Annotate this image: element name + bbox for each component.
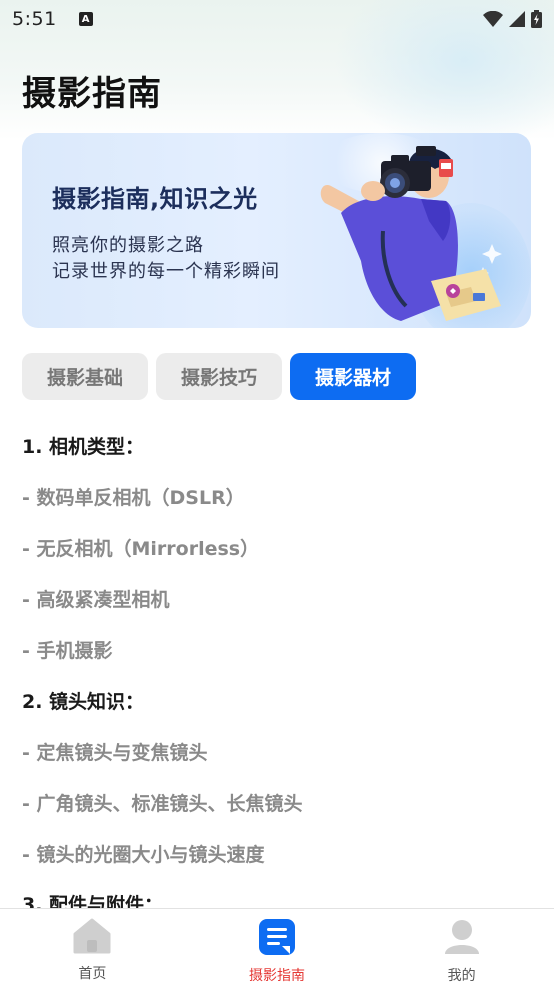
section-heading: 2. 镜头知识：: [22, 691, 145, 713]
photographer-illustration: [320, 146, 502, 321]
wifi-icon: [483, 11, 503, 27]
tab-photography-basics[interactable]: 摄影基础: [22, 353, 148, 400]
battery-icon: [531, 10, 542, 28]
section-heading: 1. 相机类型：: [22, 436, 145, 458]
page-title: 摄影指南: [22, 74, 162, 114]
nav-home-label: 首页: [78, 966, 107, 982]
notification-a-icon: A: [78, 12, 93, 26]
category-tabs: 摄影基础 摄影技巧 摄影器材: [22, 353, 416, 400]
list-item: - 无反相机（Mirrorless）: [22, 538, 260, 560]
section-heading: 3. 配件与附件：: [22, 894, 164, 908]
list-item: - 广角镜头、标准镜头、长焦镜头: [22, 793, 303, 815]
status-time: 5:51: [12, 8, 57, 30]
signal-icon: [509, 11, 525, 27]
tab-photography-techniques[interactable]: 摄影技巧: [156, 353, 282, 400]
list-item: - 高级紧凑型相机: [22, 589, 170, 611]
list-item: - 数码单反相机（DSLR）: [22, 487, 245, 509]
home-icon: [73, 918, 111, 958]
nav-home[interactable]: 首页: [0, 909, 185, 984]
guide-icon: [258, 918, 296, 960]
list-item: - 镜头的光圈大小与镜头速度: [22, 844, 265, 866]
banner-headline: 摄影指南,知识之光: [52, 185, 258, 213]
banner[interactable]: 摄影指南,知识之光 照亮你的摄影之路 记录世界的每一个精彩瞬间: [22, 133, 531, 328]
banner-subtitle-line-2: 记录世界的每一个精彩瞬间: [52, 261, 280, 282]
list-item: - 定焦镜头与变焦镜头: [22, 742, 208, 764]
tab-photography-equipment[interactable]: 摄影器材: [290, 353, 416, 400]
profile-icon: [443, 918, 481, 960]
nav-profile-label: 我的: [447, 968, 476, 984]
banner-subtitle-line-1: 照亮你的摄影之路: [52, 235, 204, 256]
bottom-navigation: 首页 摄影指南 我的: [0, 908, 554, 984]
list-item: - 手机摄影: [22, 640, 113, 662]
status-bar: 5:51 A: [0, 0, 554, 38]
nav-photography-guide[interactable]: 摄影指南: [185, 909, 370, 984]
nav-photography-guide-label: 摄影指南: [249, 968, 305, 984]
content-area[interactable]: 1. 相机类型： - 数码单反相机（DSLR） - 无反相机（Mirrorles…: [22, 428, 542, 908]
nav-profile[interactable]: 我的: [369, 909, 554, 984]
